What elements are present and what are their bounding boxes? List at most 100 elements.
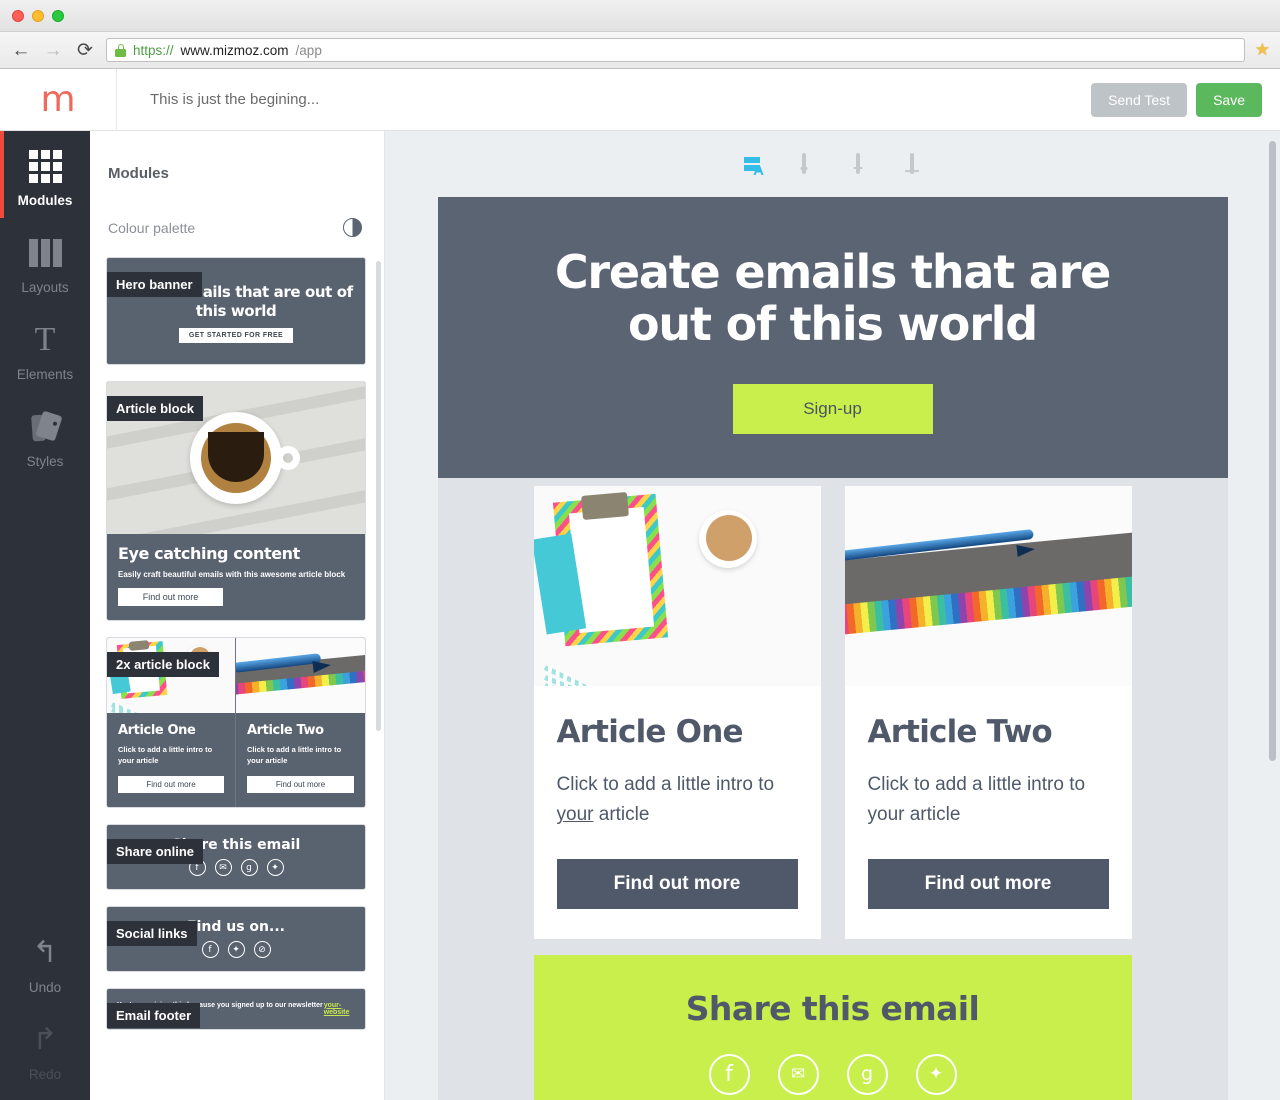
twitter-icon: ✦ (266, 859, 284, 877)
sidebar-item-elements[interactable]: T Elements (0, 305, 90, 392)
rail-history-group: ↰ Undo ↱ Redo (0, 918, 90, 1100)
phone-icon[interactable] (801, 153, 806, 174)
sidebar-item-modules[interactable]: Modules (0, 131, 90, 218)
rainbow-notebook-photo (236, 638, 365, 713)
article-heading: Article Two (867, 714, 1053, 751)
share-section[interactable]: Share this email f ✉ g ✦ (533, 954, 1132, 1100)
maximize-window-button[interactable] (52, 9, 64, 22)
colour-palette-label: Colour palette (108, 219, 196, 236)
contrast-icon[interactable] (343, 218, 362, 237)
article-cta-button[interactable]: Find out more (556, 858, 798, 909)
module-footer-link: your-website (323, 1001, 350, 1016)
left-rail: Modules Layouts T Elements Styles ↰ Undo… (0, 131, 90, 1100)
sidebar-item-styles[interactable]: Styles (0, 392, 90, 479)
header-actions: Send Test Save (1091, 82, 1262, 117)
email-icon[interactable]: ✉ (777, 1053, 819, 1095)
article-column-one[interactable]: Article One Click to add a little intro … (533, 486, 821, 939)
save-button[interactable]: Save (1196, 82, 1262, 117)
browser-titlebar (0, 0, 1280, 32)
window-controls[interactable] (12, 9, 64, 22)
module-body: Easily craft beautiful emails with this … (118, 570, 346, 579)
module-card-2x-article-block[interactable]: 2x article block Article One Click to ad… (106, 637, 366, 808)
module-body: Click to add a little intro to your arti… (247, 745, 342, 765)
module-card-hero-banner[interactable]: Hero banner Create emails that are out o… (106, 257, 366, 365)
grid-icon (0, 149, 90, 183)
redo-icon: ↱ (32, 1023, 58, 1056)
module-tag: Article block (107, 396, 204, 421)
article-cta-button[interactable]: Find out more (867, 858, 1109, 909)
share-icon-row: f ✉ g ✦ (534, 1053, 1132, 1095)
share-heading: Share this email (685, 988, 980, 1028)
hero-heading-line-2: out of this world (628, 296, 1038, 351)
facebook-icon[interactable]: f (708, 1053, 750, 1095)
address-bar[interactable]: https:// www.mizmoz.com/app (106, 38, 1245, 62)
module-tag: Share online (107, 838, 204, 864)
sidebar-item-label: Elements (16, 367, 74, 382)
lock-icon (115, 43, 126, 57)
articles-wrapper: Article One Click to add a little intro … (437, 478, 1228, 1100)
module-button: GET STARTED FOR FREE (178, 328, 294, 344)
module-column: Article Two Click to add a little intro … (236, 638, 365, 807)
canvas-scrollbar[interactable] (1269, 141, 1276, 761)
module-card-social-links[interactable]: Social links Find us on... f ✦ ⊘ (106, 905, 366, 972)
back-icon[interactable]: ← (10, 39, 32, 61)
colour-palette-row[interactable]: Colour palette (90, 182, 384, 237)
bookmark-star-icon[interactable]: ★ (1255, 40, 1270, 60)
module-card-share-online[interactable]: Share online Share this email f ✉ g ✦ (106, 823, 366, 890)
email-preview: Create emails that are out of this world… (437, 197, 1228, 1100)
article-body-post: your article (867, 804, 961, 826)
undo-button[interactable]: ↰ Undo (0, 918, 90, 1005)
module-tag: Hero banner (107, 272, 202, 297)
module-card-email-footer[interactable]: Email footer You're receiving this becau… (106, 987, 366, 1030)
sidebar-item-layouts[interactable]: Layouts (0, 218, 90, 305)
email-hero-section[interactable]: Create emails that are out of this world… (437, 197, 1228, 479)
send-test-button[interactable]: Send Test (1091, 82, 1188, 117)
device-preview-toolbar (385, 131, 1280, 197)
twitter-icon[interactable]: ✦ (915, 1053, 957, 1095)
email-icon: ✉ (214, 859, 232, 877)
app-header: m This is just the begining... Send Test… (0, 68, 1280, 131)
module-heading: Article Two (247, 723, 324, 738)
url-host: www.mizmoz.com (180, 42, 289, 58)
article-body-post: article (593, 804, 650, 826)
workspace: Modules Layouts T Elements Styles ↰ Undo… (0, 131, 1280, 1100)
forward-icon[interactable]: → (42, 39, 64, 61)
module-tag: 2x article block (107, 652, 219, 677)
text-icon: T (34, 321, 56, 358)
article-body-link[interactable]: your (557, 804, 594, 825)
module-button: Find out more (118, 775, 224, 793)
module-list: Hero banner Create emails that are out o… (90, 237, 384, 1030)
article-heading: Article One (556, 714, 744, 751)
article-column-two[interactable]: Article Two Click to add a little intro … (844, 486, 1132, 939)
sidebar-item-label: Styles (26, 454, 64, 469)
panel-title: Modules (108, 165, 169, 182)
hero-signup-button[interactable]: Sign-up (732, 384, 933, 435)
google-plus-icon[interactable]: g (846, 1053, 888, 1095)
module-tag: Email footer (107, 1002, 201, 1028)
module-button: Find out more (247, 775, 354, 793)
module-heading: Eye catching content (118, 544, 300, 563)
module-card-article-block[interactable]: Article block Eye catching content Easil… (106, 381, 366, 621)
article-body: Click to add a little intro to your arti… (868, 770, 1109, 831)
article-body: Click to add a little intro to your arti… (557, 770, 798, 831)
browser-toolbar: ← → ⟳ https:// www.mizmoz.com/app ★ (0, 32, 1280, 69)
rainbow-notebook-photo (844, 486, 1132, 687)
module-tag: Social links (107, 920, 197, 946)
logo-letter: m (40, 78, 76, 120)
reload-icon[interactable]: ⟳ (74, 39, 96, 61)
tablet-icon[interactable] (855, 153, 860, 174)
desk-flatlay-photo (533, 486, 821, 687)
desktop-icon[interactable] (904, 153, 919, 174)
panel-scrollbar[interactable] (376, 261, 381, 731)
minimize-window-button[interactable] (32, 9, 44, 22)
sidebar-item-label: Layouts (21, 280, 69, 295)
redo-button[interactable]: ↱ Redo (0, 1005, 90, 1092)
close-window-button[interactable] (12, 9, 24, 22)
redo-label: Redo (28, 1067, 62, 1082)
modules-panel: Modules Colour palette Hero banner Creat… (90, 131, 385, 1100)
module-heading: Article One (118, 723, 196, 738)
hero-heading: Create emails that are out of this world (438, 246, 1228, 351)
document-title[interactable]: This is just the begining... (150, 91, 319, 108)
module-button: Find out more (118, 588, 223, 606)
app-logo[interactable]: m (0, 68, 117, 131)
